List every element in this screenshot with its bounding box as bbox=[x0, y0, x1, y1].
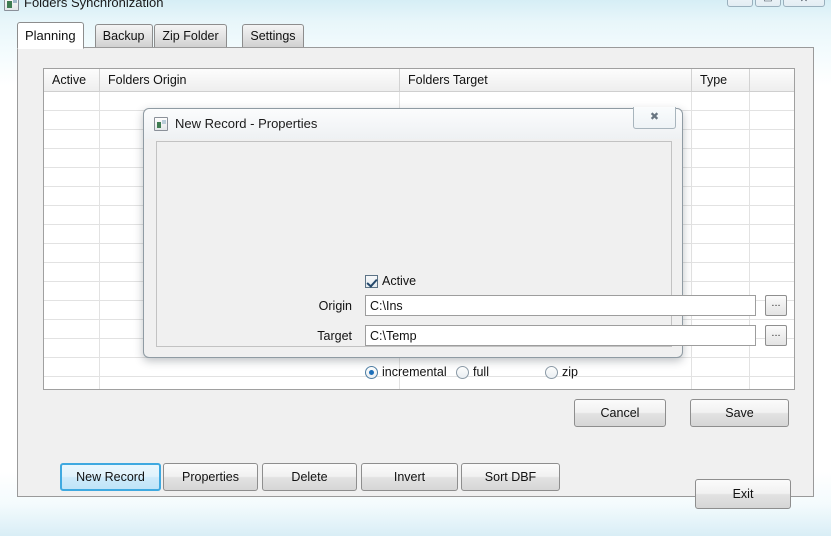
grid-column-header[interactable]: Active bbox=[44, 69, 100, 91]
active-checkbox[interactable] bbox=[365, 275, 378, 288]
close-icon: ✖ bbox=[649, 111, 660, 123]
table-cell[interactable] bbox=[692, 149, 750, 167]
table-cell[interactable] bbox=[750, 130, 794, 148]
table-cell[interactable] bbox=[44, 149, 100, 167]
dialog-titlebar: New Record - Properties bbox=[144, 109, 682, 139]
table-cell[interactable] bbox=[750, 358, 794, 376]
window-titlebar: Folders Synchronization – ▭ ✕ bbox=[0, 0, 831, 14]
table-cell[interactable] bbox=[692, 168, 750, 186]
table-cell[interactable] bbox=[44, 377, 100, 389]
table-cell[interactable] bbox=[750, 225, 794, 243]
table-cell[interactable] bbox=[44, 282, 100, 300]
table-cell[interactable] bbox=[692, 187, 750, 205]
maximize-button[interactable]: ▭ bbox=[755, 0, 781, 7]
dialog-close-button[interactable]: ✖ bbox=[633, 107, 676, 129]
table-cell[interactable] bbox=[692, 111, 750, 129]
mode-radio-full[interactable] bbox=[456, 366, 469, 379]
tab-planning[interactable]: Planning bbox=[17, 22, 84, 49]
maximize-icon: ▭ bbox=[756, 0, 780, 5]
origin-input[interactable] bbox=[365, 295, 756, 316]
table-cell[interactable] bbox=[44, 358, 100, 376]
grid-column-header[interactable] bbox=[750, 69, 794, 91]
table-cell[interactable] bbox=[692, 225, 750, 243]
dialog-body bbox=[156, 141, 672, 347]
grid-column-header[interactable]: Folders Origin bbox=[100, 69, 400, 91]
table-cell[interactable] bbox=[44, 320, 100, 338]
tab-settings[interactable]: Settings bbox=[242, 24, 304, 48]
table-cell[interactable] bbox=[750, 377, 794, 389]
mode-label-zip: zip bbox=[562, 365, 578, 379]
invert-button[interactable]: Invert bbox=[361, 463, 458, 491]
table-cell[interactable] bbox=[750, 149, 794, 167]
mode-radio-incremental[interactable] bbox=[365, 366, 378, 379]
table-cell[interactable] bbox=[692, 206, 750, 224]
table-cell[interactable] bbox=[44, 130, 100, 148]
grid-column-header[interactable]: Type bbox=[692, 69, 750, 91]
sort-dbf-button[interactable]: Sort DBF bbox=[461, 463, 560, 491]
new-record-properties-dialog: New Record - Properties ✖ Active Origin … bbox=[143, 107, 789, 427]
table-cell[interactable] bbox=[44, 168, 100, 186]
table-cell[interactable] bbox=[100, 377, 400, 389]
grid-header-row: Active Folders Origin Folders Target Type bbox=[44, 69, 794, 92]
table-cell[interactable] bbox=[692, 92, 750, 110]
mode-radio-zip[interactable] bbox=[545, 366, 558, 379]
app-icon bbox=[4, 0, 19, 11]
table-cell[interactable] bbox=[44, 225, 100, 243]
dialog-title: New Record - Properties bbox=[175, 116, 318, 131]
table-cell[interactable] bbox=[44, 301, 100, 319]
close-icon: ✕ bbox=[784, 0, 824, 5]
target-label: Target bbox=[317, 329, 352, 343]
mode-label-incremental: incremental bbox=[382, 365, 447, 379]
table-cell[interactable] bbox=[44, 92, 100, 110]
cancel-button[interactable]: Cancel bbox=[574, 399, 666, 427]
new-record-button[interactable]: New Record bbox=[60, 463, 161, 491]
table-cell[interactable] bbox=[44, 206, 100, 224]
table-cell[interactable] bbox=[44, 339, 100, 357]
table-cell[interactable] bbox=[750, 187, 794, 205]
table-cell[interactable] bbox=[750, 263, 794, 281]
minimize-icon: – bbox=[728, 0, 752, 5]
table-cell[interactable] bbox=[100, 358, 400, 376]
table-cell[interactable] bbox=[692, 377, 750, 389]
properties-button[interactable]: Properties bbox=[163, 463, 258, 491]
table-cell[interactable] bbox=[750, 168, 794, 186]
table-cell[interactable] bbox=[750, 92, 794, 110]
close-button[interactable]: ✕ bbox=[783, 0, 825, 7]
active-checkbox-label: Active bbox=[382, 274, 417, 288]
table-cell[interactable] bbox=[44, 187, 100, 205]
window-title: Folders Synchronization bbox=[24, 0, 164, 10]
delete-button[interactable]: Delete bbox=[262, 463, 357, 491]
tab-zip-folder[interactable]: Zip Folder bbox=[154, 24, 227, 48]
table-cell[interactable] bbox=[750, 206, 794, 224]
origin-label: Origin bbox=[318, 299, 352, 313]
minimize-button[interactable]: – bbox=[727, 0, 753, 7]
table-cell[interactable] bbox=[692, 263, 750, 281]
table-cell[interactable] bbox=[44, 263, 100, 281]
target-input[interactable] bbox=[365, 325, 756, 346]
table-cell[interactable] bbox=[44, 244, 100, 262]
table-cell[interactable] bbox=[692, 358, 750, 376]
table-cell[interactable] bbox=[750, 111, 794, 129]
dialog-app-icon bbox=[154, 117, 168, 131]
target-browse-button[interactable]: ... bbox=[765, 325, 787, 346]
origin-browse-button[interactable]: ... bbox=[765, 295, 787, 316]
mode-label-full: full bbox=[473, 365, 489, 379]
table-cell[interactable] bbox=[692, 130, 750, 148]
tab-backup[interactable]: Backup bbox=[94, 24, 153, 48]
save-button[interactable]: Save bbox=[690, 399, 789, 427]
table-cell[interactable] bbox=[750, 244, 794, 262]
exit-button[interactable]: Exit bbox=[695, 479, 791, 509]
table-cell[interactable] bbox=[44, 111, 100, 129]
table-cell[interactable] bbox=[692, 244, 750, 262]
grid-column-header[interactable]: Folders Target bbox=[400, 69, 692, 91]
